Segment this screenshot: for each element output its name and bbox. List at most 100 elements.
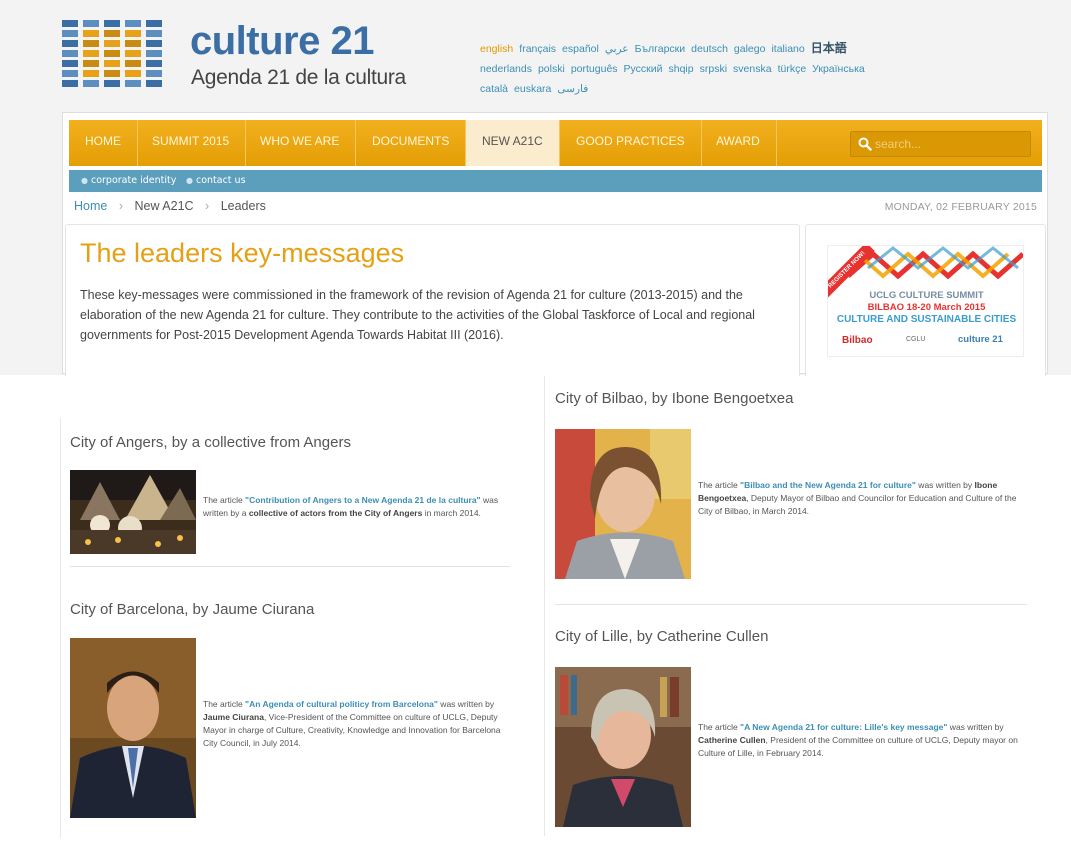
nav-item-who-we-are[interactable]: WHO WE ARE bbox=[244, 120, 357, 166]
logo-tile bbox=[125, 40, 141, 47]
text-mid: was written by bbox=[947, 722, 1004, 732]
author-name: Catherine Cullen bbox=[698, 735, 766, 745]
search-box[interactable] bbox=[850, 131, 1031, 157]
logo-tile bbox=[62, 70, 78, 77]
language-link[interactable]: português bbox=[571, 63, 618, 75]
language-link[interactable]: svenska bbox=[733, 63, 772, 75]
article-link-angers[interactable]: "Contribution of Angers to a New Agenda … bbox=[245, 495, 481, 505]
item-title-angers[interactable]: City of Angers, by a collective from Ang… bbox=[70, 434, 351, 451]
logo-tile bbox=[83, 60, 99, 67]
subnav-item-contact-us[interactable]: ● contact us bbox=[186, 175, 246, 186]
subnav-item-corporate-identity[interactable]: ● corporate identity bbox=[81, 175, 176, 186]
bilbao-photo[interactable] bbox=[555, 429, 691, 579]
language-link[interactable]: deutsch bbox=[691, 43, 728, 55]
logo-tile bbox=[104, 80, 120, 87]
search-input[interactable] bbox=[875, 135, 1025, 153]
logo-tile bbox=[104, 60, 120, 67]
nav-item-award[interactable]: AWARD bbox=[700, 120, 777, 166]
text-mid: was written by bbox=[915, 480, 975, 490]
bullet-icon: ● bbox=[186, 176, 193, 185]
logo-tile bbox=[83, 20, 99, 27]
article-link-bilbao[interactable]: "Bilbao and the New Agenda 21 for cultur… bbox=[740, 480, 916, 490]
language-link[interactable]: عربي bbox=[605, 43, 629, 55]
logo-tile bbox=[62, 30, 78, 37]
language-link[interactable]: Български bbox=[635, 43, 686, 55]
logo-tile bbox=[83, 50, 99, 57]
language-link[interactable]: türkçe bbox=[778, 63, 807, 75]
language-link[interactable]: polski bbox=[538, 63, 565, 75]
item-text-barcelona: The article "An Agenda of cultural polit… bbox=[203, 698, 508, 750]
logo-tile bbox=[146, 70, 162, 77]
nav-item-home[interactable]: HOME bbox=[69, 120, 138, 166]
nav-item-new-a21c[interactable]: NEW A21C bbox=[466, 120, 560, 166]
sub-nav: ● corporate identity ● contact us bbox=[69, 170, 1042, 192]
nav-item-documents[interactable]: DOCUMENTS bbox=[356, 120, 467, 166]
breadcrumb: Home › New A21C › Leaders bbox=[74, 199, 266, 213]
language-link[interactable]: Русский bbox=[624, 63, 663, 75]
culture21-logo-icon[interactable] bbox=[62, 20, 166, 90]
logo-tile bbox=[62, 60, 78, 67]
current-date: MONDAY, 02 FEBRUARY 2015 bbox=[884, 201, 1037, 213]
article-link-barcelona[interactable]: "An Agenda of cultural politicy from Bar… bbox=[245, 699, 438, 709]
logo-tile bbox=[146, 20, 162, 27]
divider bbox=[70, 566, 510, 567]
site-title[interactable]: culture 21 bbox=[190, 19, 374, 64]
search-icon[interactable] bbox=[858, 137, 872, 151]
breadcrumb-section[interactable]: New A21C bbox=[134, 199, 193, 213]
bullet-icon: ● bbox=[81, 176, 88, 185]
language-link[interactable]: english bbox=[480, 43, 513, 55]
site-subtitle: Agenda 21 de la cultura bbox=[191, 66, 406, 89]
cglu-logo: CGLU bbox=[906, 336, 926, 343]
breadcrumb-home[interactable]: Home bbox=[74, 199, 107, 213]
language-link[interactable]: italiano bbox=[771, 43, 804, 55]
subnav-label: contact us bbox=[195, 175, 246, 186]
language-link[interactable]: Українська bbox=[812, 63, 865, 75]
logo-tile bbox=[62, 80, 78, 87]
banner-line-3: CULTURE AND SUSTAINABLE CITIES bbox=[836, 314, 1017, 325]
logo-tile bbox=[146, 60, 162, 67]
language-link[interactable]: فارسی bbox=[557, 83, 588, 95]
angers-photo[interactable] bbox=[70, 470, 196, 554]
language-link[interactable]: français bbox=[519, 43, 556, 55]
item-title-bilbao[interactable]: City of Bilbao, by Ibone Bengoetxea bbox=[555, 390, 794, 407]
divider bbox=[555, 604, 1027, 605]
text-post: , Deputy Mayor of Bilbao and Councilor f… bbox=[698, 493, 1017, 516]
logo-tile bbox=[146, 40, 162, 47]
language-link[interactable]: 日本語 bbox=[811, 41, 847, 55]
logo-tile bbox=[104, 30, 120, 37]
culture-summit-banner[interactable]: REGISTER NOW! UCLG CULTURE SUMMIT BILBAO… bbox=[827, 245, 1024, 357]
banner-line-2: BILBAO 18-20 March 2015 bbox=[867, 302, 986, 313]
logo-tile bbox=[125, 50, 141, 57]
logo-tile bbox=[83, 30, 99, 37]
text-pre: The article bbox=[203, 699, 246, 709]
language-link[interactable]: català bbox=[480, 83, 508, 95]
nav-item-summit-2015[interactable]: SUMMIT 2015 bbox=[136, 120, 247, 166]
logo-tile bbox=[125, 20, 141, 27]
item-text-bilbao: The article "Bilbao and the New Agenda 2… bbox=[698, 479, 1018, 518]
language-link[interactable]: shqip bbox=[669, 63, 694, 75]
barcelona-photo[interactable] bbox=[70, 638, 196, 818]
language-link[interactable]: euskara bbox=[514, 83, 551, 95]
logo-tile bbox=[104, 40, 120, 47]
lille-photo[interactable] bbox=[555, 667, 691, 827]
author-name: collective of actors from the City of An… bbox=[248, 508, 423, 518]
breadcrumb-current: Leaders bbox=[220, 199, 266, 213]
logo-tile bbox=[62, 20, 78, 27]
logo-tile bbox=[146, 80, 162, 87]
language-link[interactable]: srpski bbox=[700, 63, 727, 75]
banner-line-1: UCLG CULTURE SUMMIT bbox=[869, 290, 984, 301]
item-title-lille[interactable]: City of Lille, by Catherine Cullen bbox=[555, 628, 768, 645]
language-link[interactable]: español bbox=[562, 43, 599, 55]
page-title: The leaders key-messages bbox=[80, 238, 405, 268]
article-link-lille[interactable]: "A New Agenda 21 for culture: Lille's ke… bbox=[740, 722, 947, 732]
author-name: Jaume Ciurana bbox=[203, 712, 264, 722]
text-post: in march 2014. bbox=[422, 508, 481, 518]
item-text-lille: The article "A New Agenda 21 for culture… bbox=[698, 721, 1018, 760]
text-pre: The article bbox=[698, 480, 741, 490]
item-title-barcelona[interactable]: City of Barcelona, by Jaume Ciurana bbox=[70, 601, 314, 618]
nav-item-good-practices[interactable]: GOOD PRACTICES bbox=[560, 120, 702, 166]
page-intro: These key-messages were commissioned in … bbox=[80, 288, 755, 342]
language-link[interactable]: nederlands bbox=[480, 63, 532, 75]
language-link[interactable]: galego bbox=[734, 43, 766, 55]
logo-tile bbox=[125, 60, 141, 67]
